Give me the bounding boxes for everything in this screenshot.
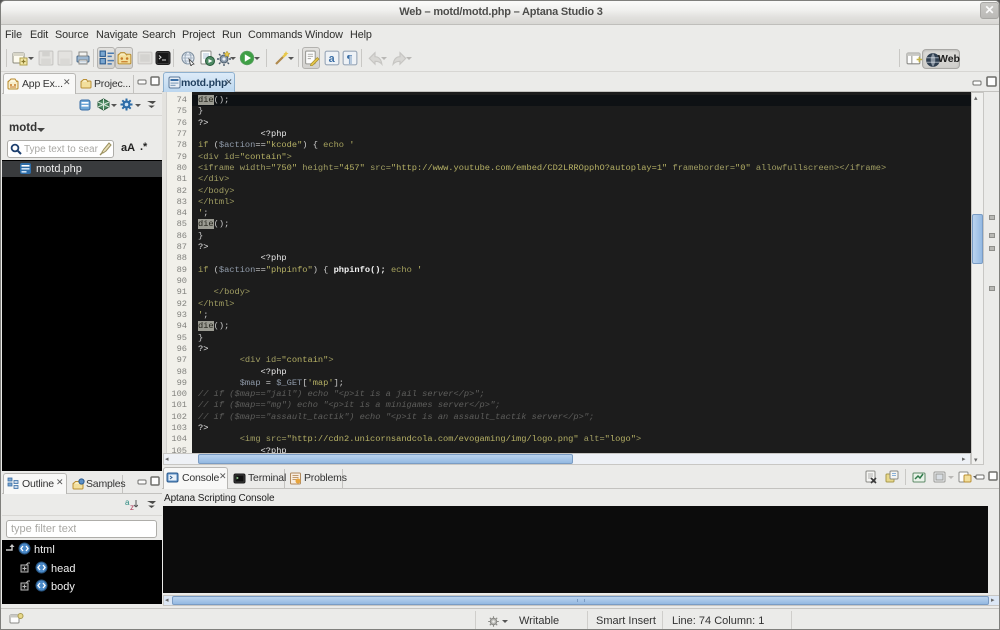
svg-text:¶: ¶ (347, 54, 353, 66)
svg-text:a: a (329, 53, 336, 65)
svg-text:z: z (130, 503, 134, 511)
